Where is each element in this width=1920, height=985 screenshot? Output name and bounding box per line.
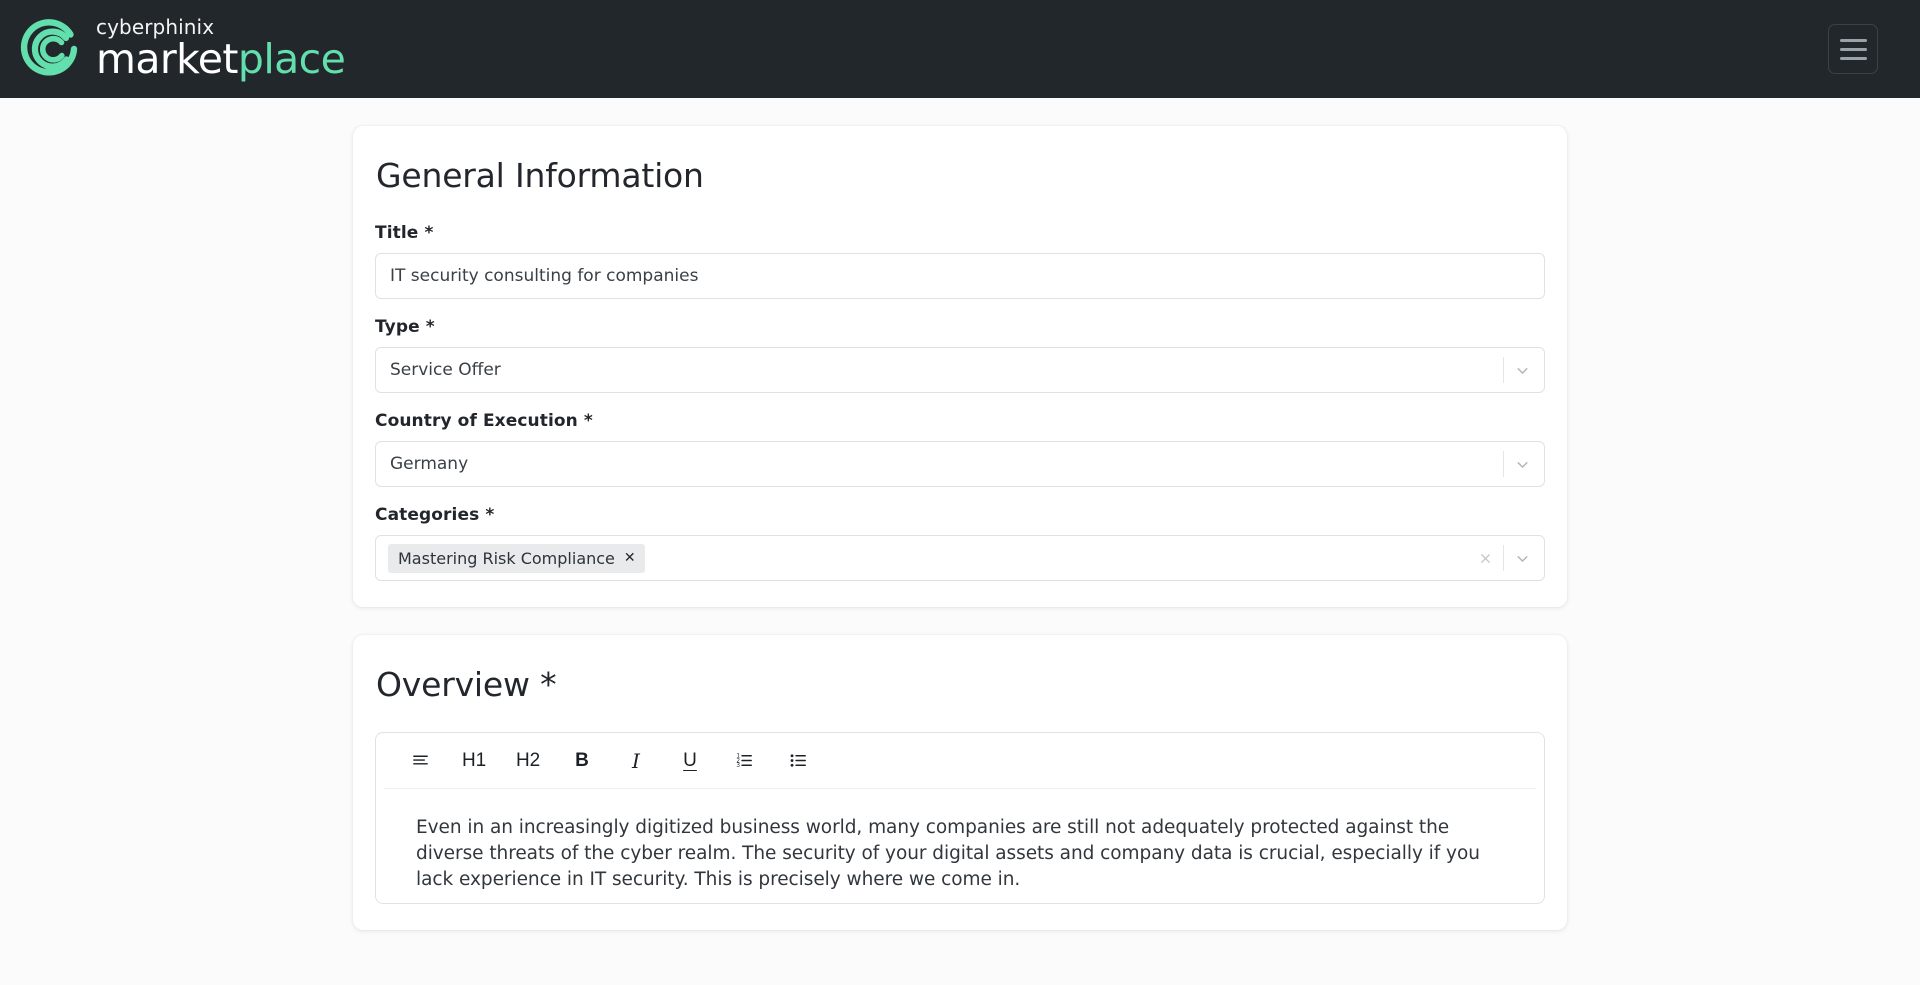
field-title-label: Title * (375, 223, 1545, 243)
field-type: Type * Service Offer (375, 317, 1545, 393)
svg-text:3: 3 (736, 763, 740, 769)
overview-body-text: Even in an increasingly digitized busine… (416, 817, 1480, 890)
type-select-controls (1503, 348, 1540, 392)
required-marker: * (540, 665, 557, 704)
heading-1-button[interactable]: H1 (452, 741, 496, 781)
category-tag-label: Mastering Risk Compliance (398, 548, 615, 568)
brand-bottom-label: marketplace (96, 38, 346, 81)
ordered-list-icon[interactable]: 1 2 3 (722, 741, 766, 781)
overview-heading-text: Overview (376, 665, 530, 704)
field-country-of-execution: Country of Execution * Germany (375, 411, 1545, 487)
field-title-label-text: Title (375, 223, 419, 243)
country-select[interactable]: Germany (375, 441, 1545, 487)
categories-selected-tags: Mastering Risk Compliance ✕ (384, 543, 1467, 573)
type-select-value: Service Offer (390, 360, 501, 380)
brand-wordmark: cyberphinix marketplace (96, 15, 346, 81)
editor-content-area[interactable]: Even in an increasingly digitized busine… (376, 789, 1544, 903)
brand-word-market: market (96, 35, 239, 84)
app-header: cyberphinix marketplace (0, 0, 1920, 98)
rich-text-editor: H1 H2 B I U 1 2 3 Even in an increasingl… (375, 732, 1545, 904)
field-categories-label: Categories * (375, 505, 1545, 525)
categories-controls (1467, 536, 1540, 580)
field-country-label: Country of Execution * (375, 411, 1545, 431)
required-marker: * (485, 505, 495, 525)
field-title: Title * IT security consulting for compa… (375, 223, 1545, 299)
category-tag[interactable]: Mastering Risk Compliance ✕ (388, 543, 645, 573)
chevron-down-icon[interactable] (1504, 442, 1540, 486)
required-marker: * (424, 223, 434, 243)
underline-button[interactable]: U (668, 741, 712, 781)
hamburger-bar-1 (1839, 38, 1867, 42)
page-content: General Information Title * IT security … (0, 98, 1920, 985)
italic-button[interactable]: I (614, 741, 658, 781)
required-marker: * (583, 411, 593, 431)
field-type-label: Type * (375, 317, 1545, 337)
heading-2-button[interactable]: H2 (506, 741, 550, 781)
hamburger-bar-2 (1839, 47, 1867, 51)
field-country-label-text: Country of Execution (375, 411, 578, 431)
country-select-value: Germany (390, 454, 469, 474)
brand-top-label: cyberphinix (96, 15, 215, 40)
unordered-list-icon[interactable] (776, 741, 820, 781)
hamburger-menu-icon[interactable] (1828, 24, 1878, 74)
title-input-value: IT security consulting for companies (390, 266, 699, 286)
field-categories-label-text: Categories (375, 505, 480, 525)
country-select-controls (1503, 442, 1540, 486)
x-icon[interactable]: ✕ (624, 551, 636, 565)
chevron-down-icon[interactable] (1504, 348, 1540, 392)
brand-logo[interactable]: cyberphinix marketplace (16, 15, 346, 82)
type-select[interactable]: Service Offer (375, 347, 1545, 393)
categories-multiselect[interactable]: Mastering Risk Compliance ✕ (375, 535, 1545, 581)
bold-button[interactable]: B (560, 741, 604, 781)
cyberphinix-spiral-c-logo-icon (16, 16, 82, 82)
editor-toolbar: H1 H2 B I U 1 2 3 (384, 733, 1536, 789)
clear-x-icon[interactable] (1467, 536, 1503, 580)
title-input[interactable]: IT security consulting for companies (375, 253, 1545, 299)
chevron-down-icon[interactable] (1504, 536, 1540, 580)
brand-word-place: place (237, 35, 346, 84)
required-marker: * (425, 317, 435, 337)
paragraph-align-icon[interactable] (398, 741, 442, 781)
field-type-label-text: Type (375, 317, 420, 337)
overview-card: Overview * H1 H2 B I U 1 2 3 Even in an … (353, 635, 1567, 930)
general-information-card: General Information Title * IT security … (353, 126, 1567, 607)
overview-heading: Overview * (375, 665, 1545, 704)
hamburger-bar-3 (1839, 56, 1867, 60)
general-information-heading: General Information (376, 156, 704, 195)
field-categories: Categories * Mastering Risk Compliance ✕ (375, 505, 1545, 581)
